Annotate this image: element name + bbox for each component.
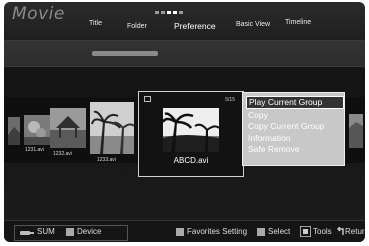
- file-label-1233: 1233.avi: [97, 157, 116, 163]
- photo-thumb-icon: [8, 117, 20, 145]
- page-dot-active: [167, 11, 171, 14]
- page-dot: [155, 11, 159, 14]
- tab-basic-view[interactable]: Basic View: [236, 21, 270, 28]
- context-menu: Play Current Group Copy Copy Current Gro…: [242, 92, 345, 166]
- page-dot: [161, 11, 165, 14]
- tools-icon: [300, 226, 311, 237]
- app-title: Movie: [12, 4, 65, 24]
- menu-item-play-current-group[interactable]: Play Current Group: [246, 96, 344, 109]
- menu-item-copy[interactable]: Copy: [248, 110, 340, 121]
- photo-thumb-icon: [349, 114, 363, 148]
- thumbnail-partial-right[interactable]: [349, 114, 363, 148]
- menu-item-safe-remove[interactable]: Safe Remove: [248, 144, 340, 155]
- sunset-palm-thumb-icon: [163, 108, 219, 152]
- enter-button-icon: [257, 228, 265, 236]
- page-dot: [179, 11, 183, 14]
- thumbnail-1231[interactable]: [24, 115, 50, 145]
- file-label-1231: 1231.avi: [25, 147, 44, 153]
- tab-preference[interactable]: Preference: [174, 21, 216, 31]
- green-button-icon: [66, 228, 74, 236]
- flower-thumb-icon: [24, 115, 50, 145]
- tab-timeline[interactable]: Timeline: [285, 19, 311, 26]
- device-label[interactable]: Device: [77, 227, 101, 236]
- sum-label[interactable]: SUM: [37, 227, 55, 236]
- tools-hint[interactable]: Tools: [313, 227, 332, 236]
- page-indicator: [155, 11, 183, 14]
- thumbnail-1232[interactable]: [50, 108, 86, 148]
- page-dot-active: [173, 11, 177, 14]
- thumbnail-1233[interactable]: [90, 102, 134, 154]
- tab-title[interactable]: Title: [89, 20, 102, 27]
- yellow-button-icon: [176, 228, 184, 236]
- focused-file-name: ABCD.avi: [173, 156, 209, 165]
- menu-item-copy-current-group[interactable]: Copy Current Group: [248, 121, 340, 132]
- return-icon: [337, 227, 344, 235]
- select-hint[interactable]: Select: [268, 227, 290, 236]
- tv-screen: Movie Title Folder Preference Basic View…: [4, 2, 365, 242]
- file-label-1232: 1232.avi: [53, 151, 72, 157]
- sort-indicator: [92, 51, 158, 56]
- sort-bar: [4, 40, 365, 67]
- return-hint[interactable]: Return: [345, 227, 365, 236]
- favorites-setting-hint[interactable]: Favorites Setting: [187, 227, 247, 236]
- bottom-bar: SUM Device Favorites Setting Select Tool…: [4, 220, 365, 242]
- tab-folder[interactable]: Folder: [127, 23, 147, 30]
- thumbnail-partial-left[interactable]: [8, 117, 20, 145]
- usb-icon: [20, 231, 34, 235]
- palm-thumb-icon: [90, 102, 134, 154]
- file-type-icon: [144, 96, 151, 102]
- focused-thumbnail-card[interactable]: 5/15 ABCD.avi: [138, 91, 244, 177]
- gazebo-thumb-icon: [50, 108, 86, 148]
- item-counter: 5/15: [225, 97, 235, 103]
- menu-item-information[interactable]: Information: [248, 133, 340, 144]
